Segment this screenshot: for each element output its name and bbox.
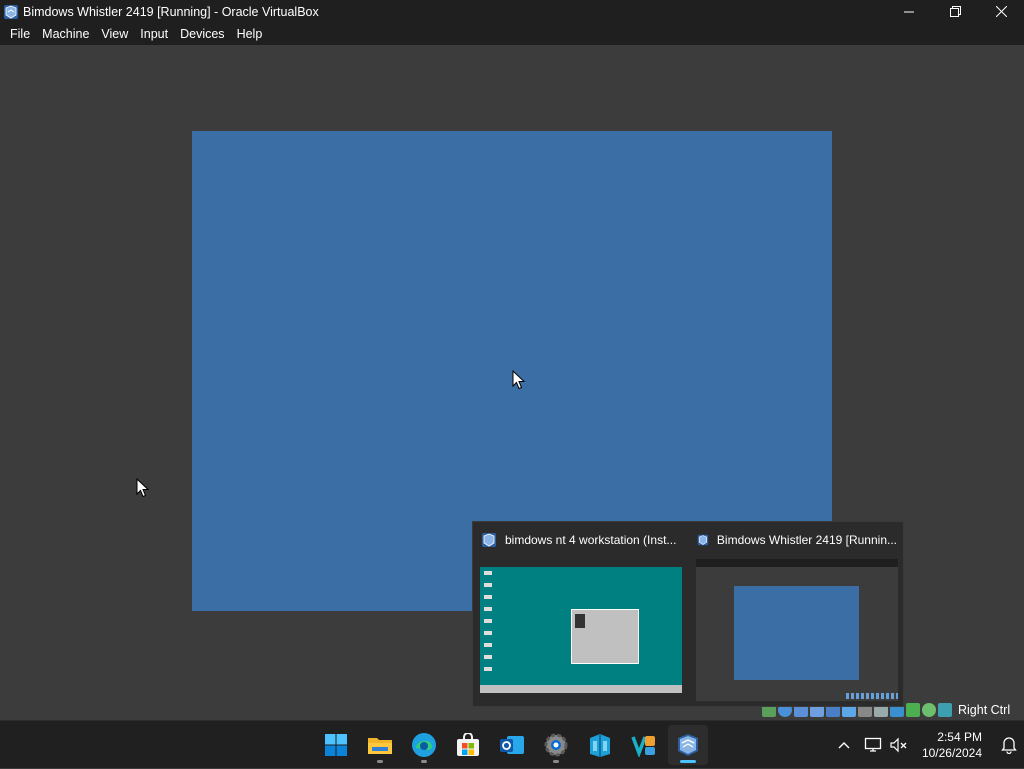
clock-time: 2:54 PM — [937, 730, 982, 744]
restore-button[interactable] — [932, 0, 978, 23]
outlook-icon — [500, 736, 524, 754]
preview-title-text: bimdows nt 4 workstation (Inst... — [505, 533, 677, 547]
window-controls — [886, 0, 1024, 23]
virtualbox-icon — [697, 534, 709, 546]
vs-code-like-icon — [631, 736, 655, 757]
bell-icon — [1001, 737, 1017, 754]
keyboard-icon[interactable] — [938, 703, 952, 717]
taskbar-microsoft-store[interactable] — [448, 725, 488, 765]
clock[interactable]: 2:54 PM 10/26/2024 — [922, 729, 982, 761]
taskbar-preview-popup: bimdows nt 4 workstation (Inst... Bimdow… — [472, 521, 904, 707]
mouse-cursor-icon — [512, 370, 526, 390]
taskbar-virtualbox[interactable] — [668, 725, 708, 765]
notifications-button[interactable] — [994, 721, 1024, 769]
edge-icon — [412, 733, 436, 757]
guest-additions-icon[interactable] — [906, 703, 920, 717]
close-icon — [995, 6, 1007, 17]
clock-date: 10/26/2024 — [921, 746, 982, 760]
virtualbox-icon — [4, 4, 18, 19]
start-button[interactable] — [316, 725, 356, 765]
minimize-icon — [904, 11, 914, 12]
chevron-up-icon — [838, 742, 850, 749]
menu-file[interactable]: File — [4, 27, 36, 41]
taskbar-outlook[interactable] — [492, 725, 532, 765]
menu-bar: File Machine View Input Devices Help — [0, 23, 1024, 45]
volume-tray-button[interactable] — [886, 721, 912, 769]
preview-title-text: Bimdows Whistler 2419 [Runnin... — [716, 533, 897, 547]
preview-title: bimdows nt 4 workstation (Inst... — [481, 532, 681, 548]
menu-devices[interactable]: Devices — [174, 27, 230, 41]
network-icon — [864, 737, 882, 752]
preview-title: Bimdows Whistler 2419 [Runnin... — [697, 532, 897, 548]
preview-thumbnail — [696, 559, 898, 701]
preview-nt4-workstation[interactable]: bimdows nt 4 workstation (Inst... — [473, 522, 689, 708]
file-explorer-icon — [368, 738, 392, 754]
taskbar: 2:54 PM 10/26/2024 — [0, 720, 1024, 768]
preview-whistler-2419[interactable]: Bimdows Whistler 2419 [Runnin... — [689, 522, 905, 708]
host-cursor-icon — [136, 478, 150, 498]
window-titlebar[interactable]: Bimdows Whistler 2419 [Running] - Oracle… — [0, 0, 1024, 23]
virtualbox-icon — [678, 734, 698, 756]
taskbar-vs-code[interactable] — [624, 725, 664, 765]
window-title: Bimdows Whistler 2419 [Running] - Oracle… — [23, 4, 319, 19]
show-hidden-icons-button[interactable] — [828, 721, 860, 769]
network-tray-button[interactable] — [860, 721, 886, 769]
microsoft-store-icon — [457, 733, 479, 756]
mouse-integration-icon[interactable] — [922, 703, 936, 717]
preview-thumbnail — [480, 559, 682, 701]
virtualbox-icon — [482, 533, 496, 547]
menu-view[interactable]: View — [95, 27, 134, 41]
start-icon — [325, 734, 347, 756]
minimize-button[interactable] — [886, 0, 932, 23]
host-key-label: Right Ctrl — [958, 703, 1011, 717]
taskbar-azure-data-studio[interactable] — [580, 725, 620, 765]
taskbar-edge[interactable] — [404, 725, 444, 765]
taskbar-file-explorer[interactable] — [360, 725, 400, 765]
menu-input[interactable]: Input — [134, 27, 174, 41]
close-button[interactable] — [978, 0, 1024, 23]
volume-muted-icon — [890, 737, 907, 753]
taskbar-settings[interactable] — [536, 725, 576, 765]
system-tray: 2:54 PM 10/26/2024 — [828, 721, 1024, 769]
azure-data-studio-icon — [590, 734, 610, 757]
menu-help[interactable]: Help — [231, 27, 269, 41]
restore-icon — [949, 6, 961, 17]
settings-icon — [544, 733, 568, 757]
menu-machine[interactable]: Machine — [36, 27, 95, 41]
